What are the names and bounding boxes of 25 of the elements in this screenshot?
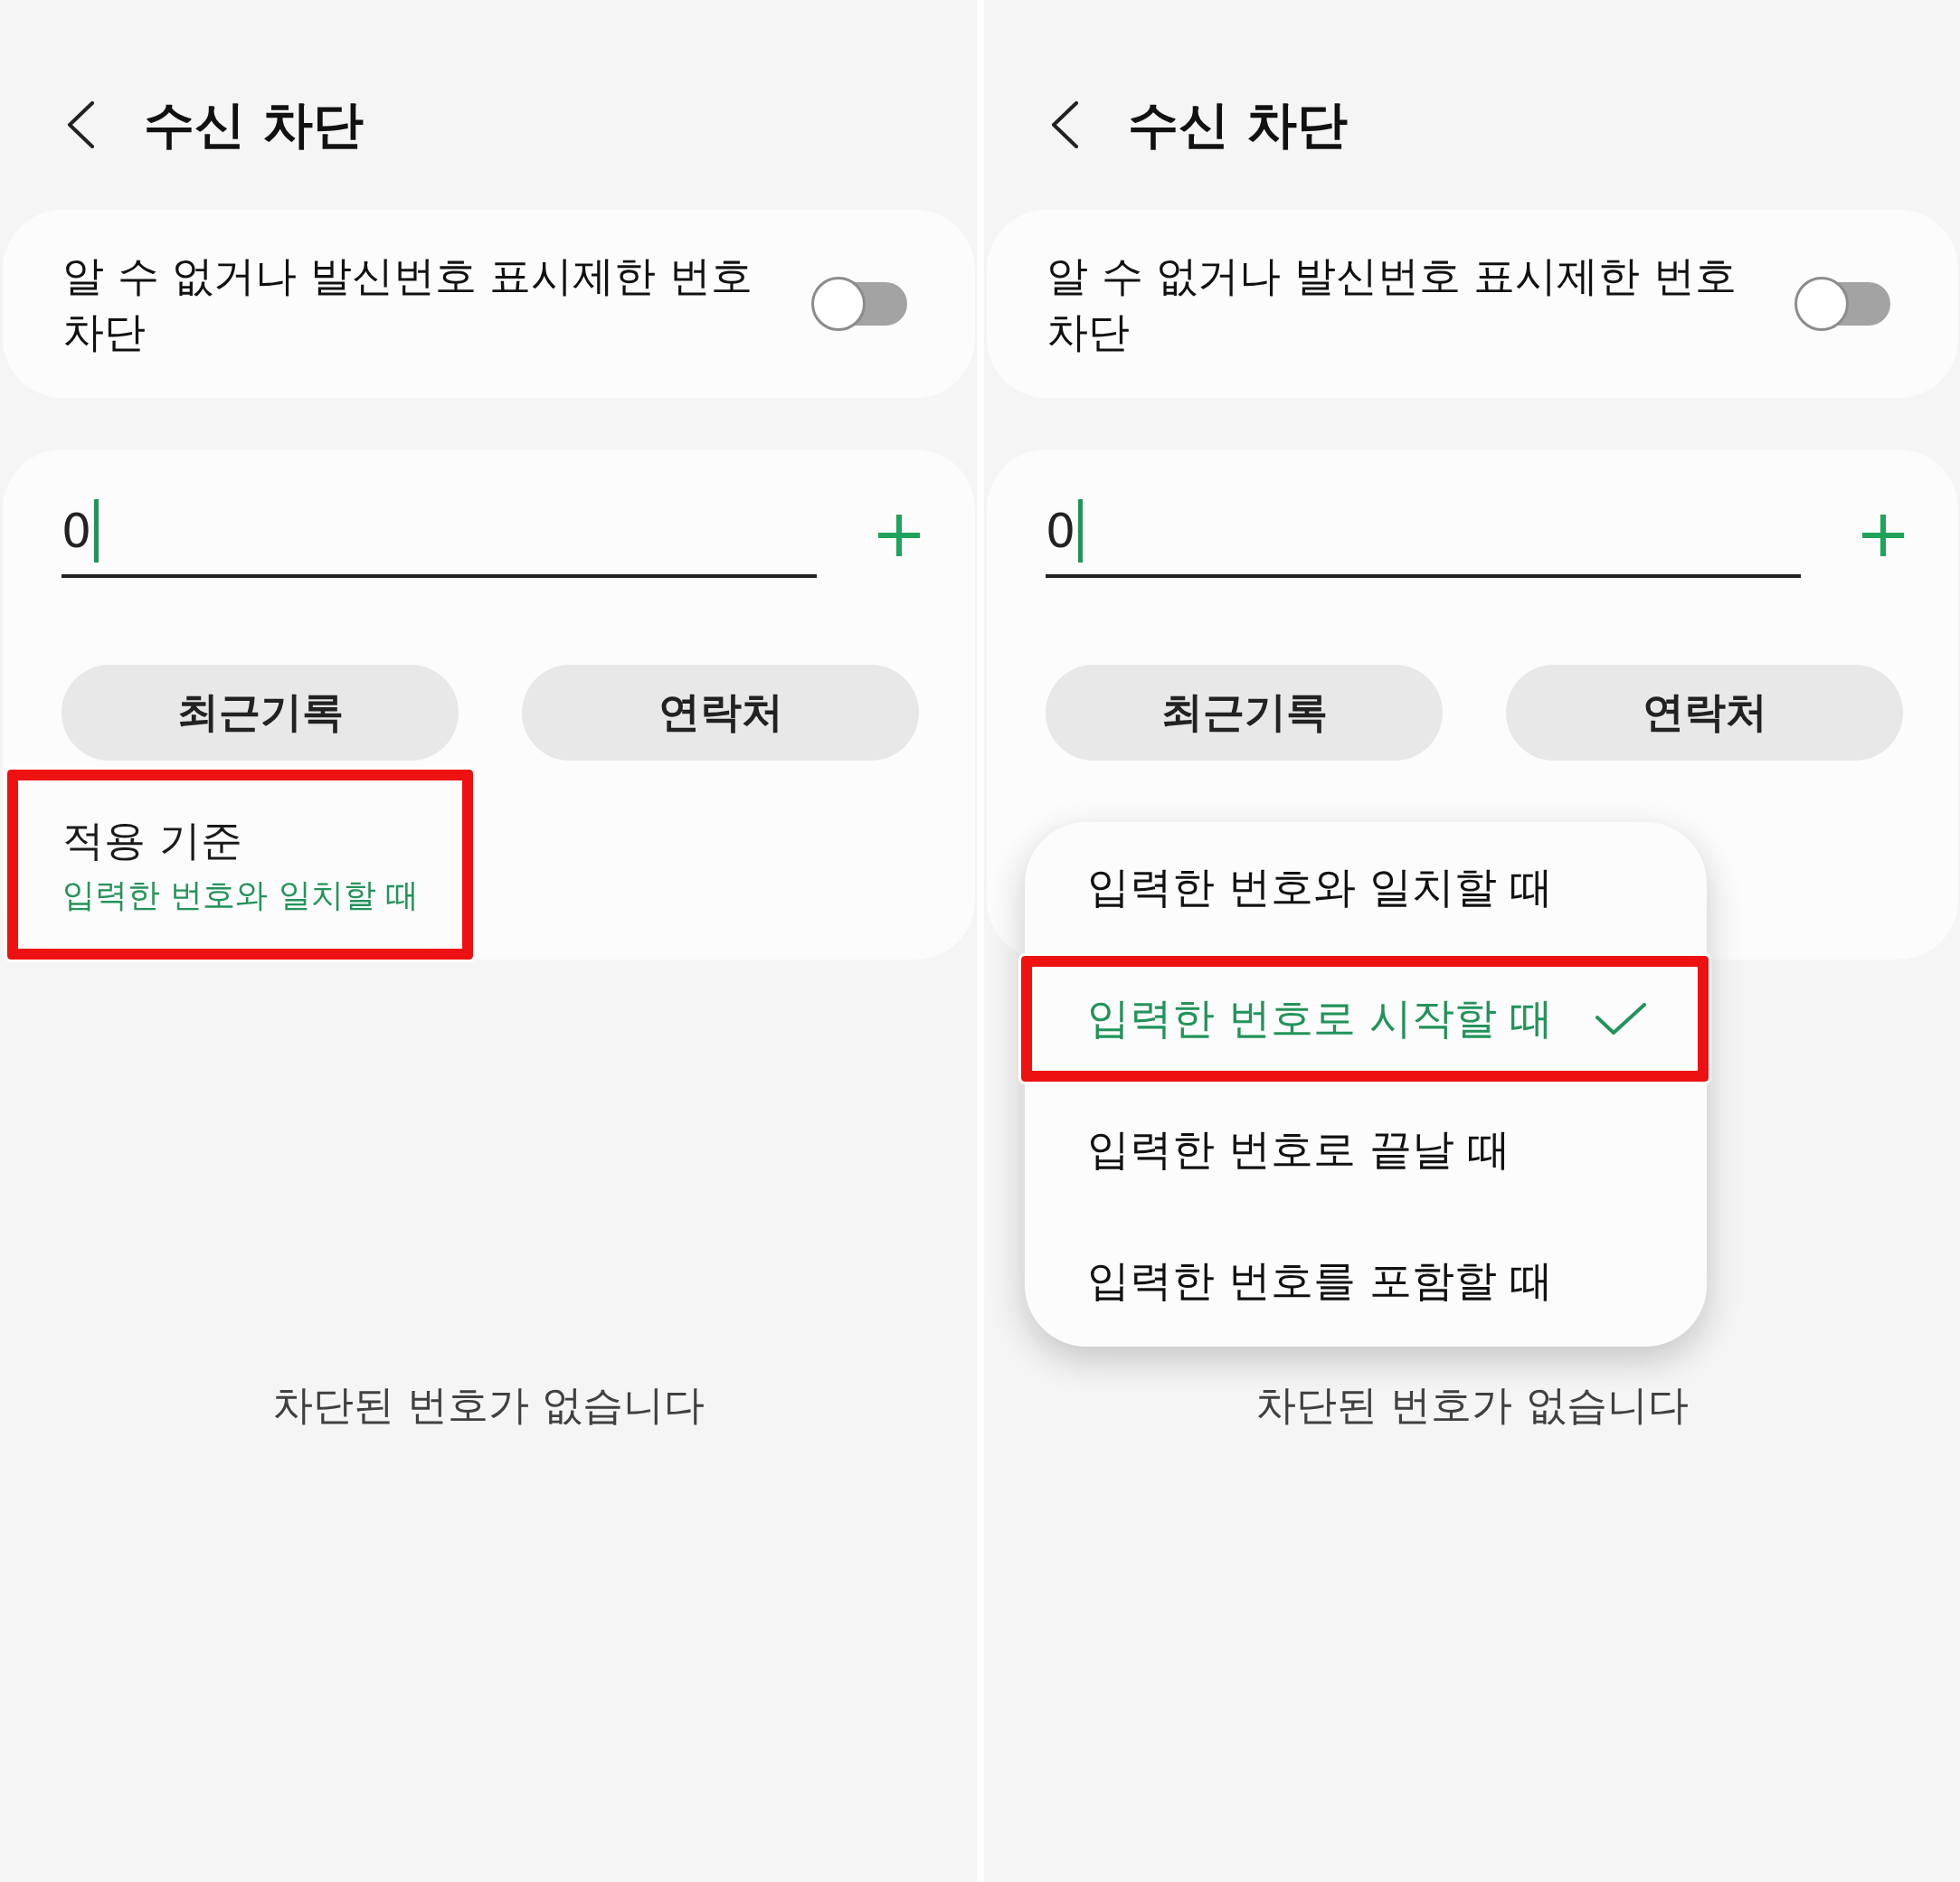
toggle-switch[interactable] bbox=[811, 277, 907, 331]
menu-item[interactable]: 입력한 번호로 끝날 때 bbox=[1025, 1084, 1707, 1215]
number-input-field[interactable]: 0 bbox=[1046, 493, 1801, 578]
page-title: 수신 차단 bbox=[144, 94, 365, 156]
criterion-title[interactable]: 적용 기준 bbox=[62, 815, 242, 865]
setting-label: 알 수 없거나 발신번호 표시제한 번호 차단 bbox=[62, 251, 754, 358]
contacts-button[interactable]: 연락처 bbox=[1506, 665, 1903, 761]
empty-message: 차단된 번호가 없습니다 bbox=[271, 1380, 705, 1431]
highlighted-menu-item[interactable]: 입력한 번호로 시작할 때 bbox=[1018, 953, 1711, 1084]
recent-log-button[interactable]: 최근기록 bbox=[1046, 665, 1443, 761]
empty-message: 차단된 번호가 없습니다 bbox=[1255, 1380, 1689, 1431]
menu-item[interactable]: 입력한 번호를 포함할 때 bbox=[1025, 1215, 1707, 1347]
back-icon[interactable] bbox=[66, 101, 95, 148]
back-icon[interactable] bbox=[1050, 101, 1079, 148]
page-title: 수신 차단 bbox=[1128, 94, 1349, 156]
check-icon bbox=[1595, 1002, 1646, 1036]
plus-icon[interactable] bbox=[878, 515, 920, 556]
setting-label: 알 수 없거나 발신번호 표시제한 번호 차단 bbox=[1046, 251, 1738, 358]
toggle-switch[interactable] bbox=[1794, 277, 1890, 331]
recent-log-button[interactable]: 최근기록 bbox=[62, 665, 459, 761]
contacts-button[interactable]: 연락처 bbox=[522, 665, 919, 761]
criterion-value: 입력한 번호와 일치할 때 bbox=[62, 875, 420, 915]
plus-icon[interactable] bbox=[1862, 515, 1904, 556]
menu-item[interactable]: 입력한 번호와 일치할 때 bbox=[1025, 822, 1707, 953]
number-input-field[interactable]: 0 bbox=[62, 493, 817, 578]
